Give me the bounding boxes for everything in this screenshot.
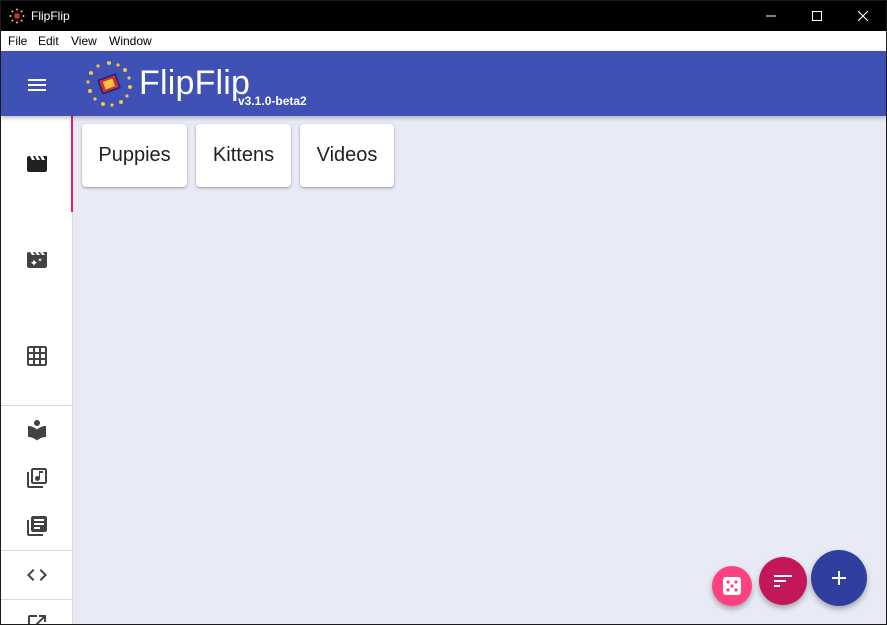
minimize-icon xyxy=(766,15,776,17)
app-bar: FlipFlip v3.1.0-beta2 xyxy=(1,51,886,116)
random-scene-button[interactable] xyxy=(712,566,752,606)
flipflip-logo-icon xyxy=(86,61,132,107)
app-version: v3.1.0-beta2 xyxy=(238,94,307,108)
dice-icon xyxy=(723,577,741,595)
scene-card-videos[interactable]: Videos xyxy=(300,124,394,187)
library-reader-icon xyxy=(27,420,46,441)
scene-list-area: Puppies Kittens Videos xyxy=(73,116,886,624)
sidebar-item-code[interactable] xyxy=(1,551,72,599)
sort-icon xyxy=(774,575,792,587)
maximize-icon xyxy=(812,11,822,21)
sidebar-item-audio-library[interactable] xyxy=(1,454,72,502)
flipflip-app-icon xyxy=(9,8,25,24)
title-bar[interactable]: FlipFlip xyxy=(1,1,886,31)
menu-icon[interactable] xyxy=(25,73,49,97)
script-library-icon xyxy=(26,516,47,536)
menu-edit[interactable]: Edit xyxy=(38,34,59,48)
scene-card-label: Kittens xyxy=(212,144,275,166)
sidebar xyxy=(1,116,73,624)
close-button[interactable] xyxy=(840,1,886,31)
minimize-button[interactable] xyxy=(748,1,794,31)
code-icon xyxy=(26,569,47,581)
sidebar-item-open-external[interactable] xyxy=(1,600,72,624)
app-window: FlipFlip File Edit View Window FlipFlip … xyxy=(0,0,887,625)
menu-window[interactable]: Window xyxy=(109,34,152,48)
sidebar-item-library[interactable] xyxy=(1,406,72,454)
sidebar-item-scenes[interactable] xyxy=(1,116,73,212)
window-title: FlipFlip xyxy=(31,9,70,23)
grid-icon xyxy=(26,346,47,366)
scene-card-label: Puppies xyxy=(98,144,171,166)
close-icon xyxy=(858,11,868,21)
scene-card-label: Videos xyxy=(316,144,378,166)
menu-view[interactable]: View xyxy=(71,34,97,48)
audio-library-icon xyxy=(26,468,47,488)
scene-card-puppies[interactable]: Puppies xyxy=(82,124,187,187)
scene-card-kittens[interactable]: Kittens xyxy=(196,124,291,187)
menu-file[interactable]: File xyxy=(8,34,27,48)
sidebar-item-script-library[interactable] xyxy=(1,502,72,550)
scenes-clapperboard-icon xyxy=(26,156,47,172)
brand-name: FlipFlip xyxy=(139,64,251,102)
maximize-button[interactable] xyxy=(794,1,840,31)
add-scene-button[interactable] xyxy=(811,550,867,606)
scene-generator-icon xyxy=(26,252,47,268)
sidebar-item-scene-generator[interactable] xyxy=(1,212,72,308)
menu-bar: File Edit View Window xyxy=(1,31,886,51)
add-icon xyxy=(832,571,846,585)
open-in-new-icon xyxy=(27,615,46,624)
sort-button[interactable] xyxy=(759,557,807,605)
sidebar-item-grid[interactable] xyxy=(1,308,72,404)
